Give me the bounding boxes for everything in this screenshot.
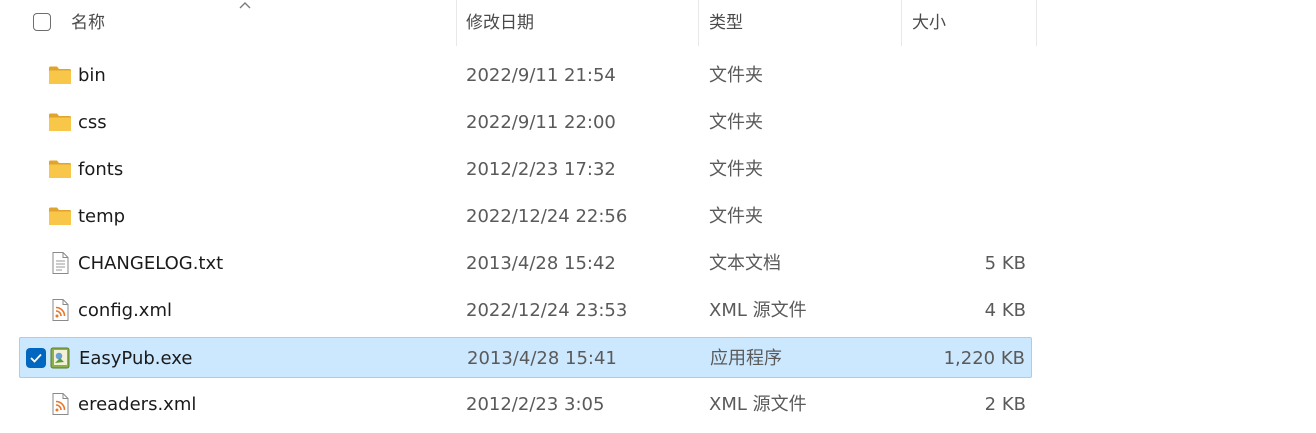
- column-header-date[interactable]: 修改日期: [466, 0, 698, 46]
- folder-icon: [48, 64, 72, 86]
- file-date: 2013/4/28 15:41: [467, 348, 617, 369]
- file-size: 5 KB: [984, 253, 1026, 274]
- file-name: css: [78, 112, 107, 133]
- xml-file-icon: [48, 299, 72, 321]
- file-name: CHANGELOG.txt: [78, 253, 224, 274]
- file-name: ereaders.xml: [78, 394, 197, 415]
- file-date: 2022/9/11 22:00: [466, 112, 616, 133]
- file-date: 2022/12/24 22:56: [466, 206, 628, 227]
- file-size: 1,220 KB: [943, 348, 1025, 369]
- exe-file-icon: [49, 347, 73, 369]
- file-row[interactable]: css 2022/9/11 22:00 文件夹: [19, 102, 1032, 143]
- file-row[interactable]: ereaders.xml 2012/2/23 3:05 XML 源文件 2 KB: [19, 384, 1032, 425]
- file-date: 2022/12/24 23:53: [466, 300, 628, 321]
- file-type: 文件夹: [709, 112, 763, 133]
- file-date: 2012/2/23 17:32: [466, 159, 616, 180]
- file-row[interactable]: EasyPub.exe 2013/4/28 15:41 应用程序 1,220 KB: [19, 337, 1032, 378]
- file-name: EasyPub.exe: [79, 348, 193, 369]
- file-type: 文件夹: [709, 65, 763, 86]
- file-date: 2022/9/11 21:54: [466, 65, 616, 86]
- file-size: 4 KB: [984, 300, 1026, 321]
- file-row[interactable]: bin 2022/9/11 21:54 文件夹: [19, 55, 1032, 96]
- column-divider[interactable]: [456, 0, 457, 46]
- column-date-label: 修改日期: [466, 13, 534, 33]
- folder-icon: [48, 111, 72, 133]
- file-type: 应用程序: [710, 348, 782, 369]
- file-name: bin: [78, 65, 106, 86]
- file-name: config.xml: [78, 300, 172, 321]
- column-divider[interactable]: [698, 0, 699, 46]
- file-date: 2013/4/28 15:42: [466, 253, 616, 274]
- file-list-view: 名称 修改日期 类型 大小 bin 2022/9/11 21:54 文件夹 css 20…: [0, 0, 1316, 433]
- file-type: 文本文档: [709, 253, 781, 274]
- file-row[interactable]: config.xml 2022/12/24 23:53 XML 源文件 4 KB: [19, 290, 1032, 331]
- folder-icon: [48, 205, 72, 227]
- select-all-checkbox[interactable]: [33, 13, 51, 31]
- file-type: XML 源文件: [709, 300, 807, 321]
- file-name: fonts: [78, 159, 124, 180]
- file-row[interactable]: CHANGELOG.txt 2013/4/28 15:42 文本文档 5 KB: [19, 243, 1032, 284]
- text-file-icon: [48, 252, 72, 274]
- column-divider[interactable]: [1036, 0, 1037, 46]
- file-row[interactable]: temp 2022/12/24 22:56 文件夹: [19, 196, 1032, 237]
- file-name: temp: [78, 206, 126, 227]
- column-divider[interactable]: [901, 0, 902, 46]
- file-type: 文件夹: [709, 206, 763, 227]
- column-header-type[interactable]: 类型: [709, 0, 901, 46]
- file-row[interactable]: fonts 2012/2/23 17:32 文件夹: [19, 149, 1032, 190]
- file-date: 2012/2/23 3:05: [466, 394, 605, 415]
- column-header-size[interactable]: 大小: [912, 0, 1036, 46]
- column-size-label: 大小: [912, 13, 946, 33]
- xml-file-icon: [48, 393, 72, 415]
- folder-icon: [48, 158, 72, 180]
- column-name-label: 名称: [71, 13, 105, 33]
- file-size: 2 KB: [984, 394, 1026, 415]
- checkmark-icon: [30, 353, 42, 363]
- column-type-label: 类型: [709, 13, 743, 33]
- file-type: 文件夹: [709, 159, 763, 180]
- column-header: 名称 修改日期 类型 大小: [0, 0, 1040, 46]
- column-header-name[interactable]: 名称: [71, 0, 456, 46]
- row-checkbox[interactable]: [26, 348, 46, 368]
- file-type: XML 源文件: [709, 394, 807, 415]
